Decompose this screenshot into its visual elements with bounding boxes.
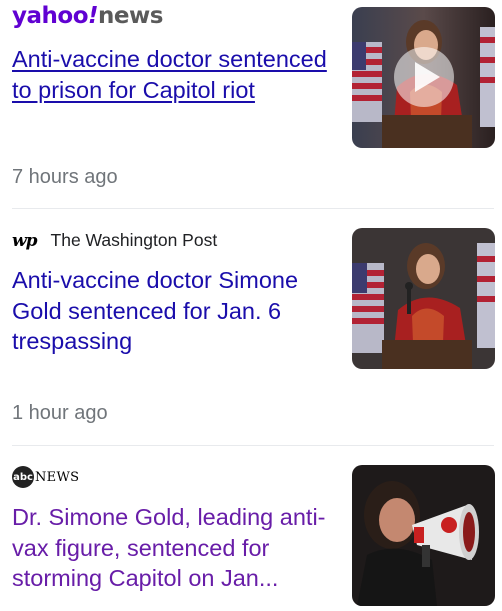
news-card[interactable]: wp The Washington Post Anti-vaccine doct… xyxy=(0,209,502,445)
source-abc-news: abc NEWS xyxy=(12,466,79,488)
source-washington-post: wp The Washington Post xyxy=(12,230,217,251)
article-thumbnail[interactable] xyxy=(352,465,495,606)
news-card[interactable]: yahoo!news Anti-vaccine doctor sentenced… xyxy=(0,0,502,208)
source-yahoo-news: yahoo!news xyxy=(12,5,163,28)
timestamp: 7 hours ago xyxy=(12,166,118,188)
news-card[interactable]: abc NEWS Dr. Simone Gold, leading anti-v… xyxy=(0,446,502,611)
timestamp: 1 hour ago xyxy=(12,402,108,424)
headline-link[interactable]: Dr. Simone Gold, leading anti-vax figure… xyxy=(12,502,337,594)
headline-link[interactable]: Anti-vaccine doctor sentenced to prison … xyxy=(12,44,337,105)
article-thumbnail[interactable] xyxy=(352,228,495,369)
headline-link[interactable]: Anti-vaccine doctor Simone Gold sentence… xyxy=(12,265,337,357)
source-name: NEWS xyxy=(35,469,80,485)
video-thumbnail[interactable] xyxy=(352,7,495,148)
yahoo-news-logo: yahoo!news xyxy=(12,3,163,29)
washington-post-logo-icon: wp xyxy=(12,230,38,251)
abc-logo-icon: abc xyxy=(12,466,34,488)
source-name: The Washington Post xyxy=(50,230,218,250)
